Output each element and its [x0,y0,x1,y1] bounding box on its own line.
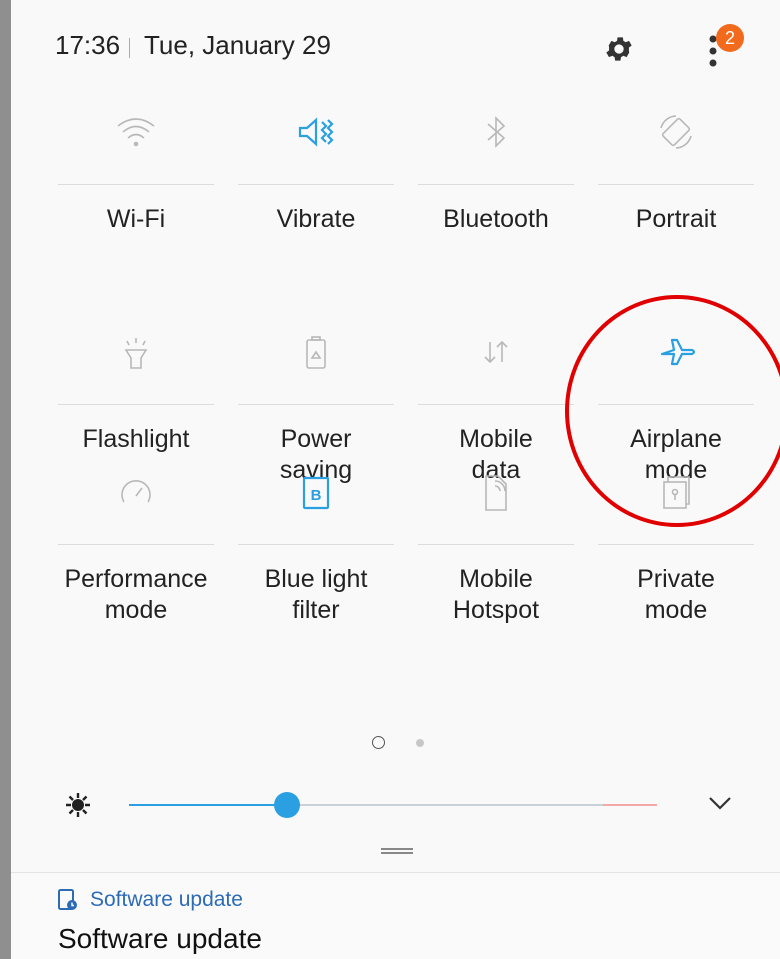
tile-label: Mobile Hotspot [452,565,540,624]
notification-badge: 2 [716,24,744,52]
tile-label: Wi-Fi [106,205,166,233]
tile-divider [418,184,574,185]
mobile-data-icon [472,328,520,376]
tile-divider [58,184,214,185]
tile-wifi[interactable]: Wi-Fi [46,100,226,250]
tile-mobile-hotspot[interactable]: Mobile Hotspot [406,460,586,640]
tile-divider [58,544,214,545]
private-mode-icon [652,468,700,516]
airplane-icon [652,328,700,376]
tile-divider [418,544,574,545]
settings-gear-icon[interactable] [603,33,635,65]
brightness-slider-thumb[interactable] [274,792,300,818]
page-dot[interactable] [416,739,424,747]
tile-divider [598,404,754,405]
drag-handle[interactable] [381,848,413,854]
notification-title: Software update [58,923,262,954]
tile-divider [58,404,214,405]
notification-card[interactable]: Software update Software update [11,872,780,959]
power-saving-icon [292,328,340,376]
date: Tue, January 29 [144,30,331,60]
brightness-slider-warning-zone [603,804,657,806]
tile-label: Portrait [635,205,717,233]
performance-icon [112,468,160,516]
tile-private-mode[interactable]: Private mode [586,460,766,640]
tile-label: Private mode [637,565,715,624]
tile-vibrate[interactable]: Vibrate [226,100,406,250]
tile-label: Performance mode [64,565,208,624]
tile-bluetooth[interactable]: Bluetooth [406,100,586,250]
brightness-icon [66,793,90,817]
divider [129,38,130,58]
page-dot-current[interactable] [372,736,385,749]
software-update-icon [58,889,77,910]
notification-app-name: Software update [90,888,243,911]
tile-divider [418,404,574,405]
tile-blue-light-filter[interactable]: B Blue light filter [226,460,406,640]
brightness-slider-fill [129,804,287,806]
chevron-down-icon[interactable] [706,793,734,813]
svg-text:B: B [311,487,322,504]
clock: 17:36 [55,30,121,60]
status-bar: 17:36 Tue, January 29 2 [11,0,780,100]
rotation-icon [652,108,700,156]
tile-divider [238,404,394,405]
tile-label: Vibrate [276,205,356,233]
notification-app-row: Software update [58,888,243,912]
tile-divider [598,544,754,545]
quick-panel: 17:36 Tue, January 29 2 Wi-Fi Vibrate Bl… [11,0,780,959]
hotspot-icon [472,468,520,516]
wifi-icon [112,108,160,156]
tile-divider [238,184,394,185]
tile-performance-mode[interactable]: Performance mode [46,460,226,640]
tile-divider [238,544,394,545]
bluetooth-icon [472,108,520,156]
tile-label: Blue light filter [264,565,368,624]
tile-divider [598,184,754,185]
blue-light-icon: B [292,468,340,516]
brightness-slider[interactable] [129,792,657,818]
tile-label: Flashlight [82,425,190,453]
tile-portrait[interactable]: Portrait [586,100,766,250]
flashlight-icon [112,328,160,376]
vibrate-icon [292,108,340,156]
tile-label: Bluetooth [443,205,549,233]
